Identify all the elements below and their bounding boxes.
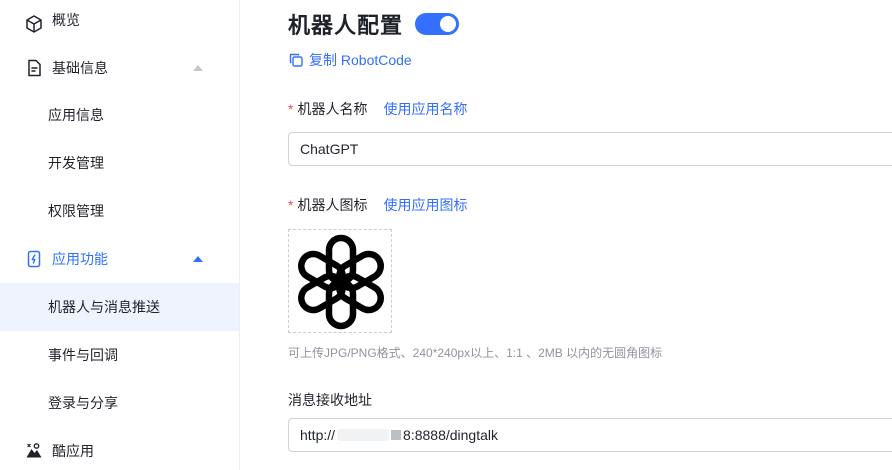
sidebar-item-cool-app[interactable]: 酷应用 xyxy=(0,427,239,470)
chevron-up-icon xyxy=(193,256,203,262)
robot-enable-toggle[interactable] xyxy=(415,13,460,35)
copy-icon xyxy=(289,53,303,67)
sidebar-item-app-features[interactable]: 应用功能 xyxy=(0,235,239,283)
use-app-icon-link[interactable]: 使用应用图标 xyxy=(383,195,467,215)
sidebar-item-label: 开发管理 xyxy=(48,155,104,171)
chevron-up-icon xyxy=(193,65,203,71)
robot-icon-label-row: * 机器人图标 使用应用图标 xyxy=(288,195,467,215)
main-panel: 机器人配置 复制 RobotCode * 机器人名称 使用应用名称 ChatGP… xyxy=(264,0,892,470)
sidebar-item-label: 概览 xyxy=(52,12,80,28)
sidebar-item-label: 机器人与消息推送 xyxy=(48,299,160,315)
sidebar-item-app-info[interactable]: 应用信息 xyxy=(0,91,239,139)
toggle-knob xyxy=(440,16,457,32)
message-url-suffix: 8:8888/dingtalk xyxy=(403,427,498,443)
redacted-region xyxy=(337,429,390,441)
cool-app-icon xyxy=(26,443,42,458)
message-url-label: 消息接收地址 xyxy=(288,392,372,408)
required-mark: * xyxy=(288,197,294,213)
icon-upload-hint: 可上传JPG/PNG格式、240*240px以上、1:1 、2MB 以内的无圆角… xyxy=(288,346,663,360)
sidebar-item-robot-messaging[interactable]: 机器人与消息推送 xyxy=(0,283,239,331)
copy-robotcode-label: 复制 RobotCode xyxy=(309,52,412,68)
sidebar-item-overview[interactable]: 概览 xyxy=(0,0,239,48)
copy-robotcode-link[interactable]: 复制 RobotCode xyxy=(288,50,412,70)
required-mark: * xyxy=(288,101,294,117)
sidebar-item-label: 权限管理 xyxy=(48,203,104,219)
sidebar-item-label: 应用信息 xyxy=(48,107,104,123)
sidebar-item-label: 事件与回调 xyxy=(48,347,118,363)
cube-icon xyxy=(26,15,42,33)
sidebar-item-login-share[interactable]: 登录与分享 xyxy=(0,379,239,427)
title-row: 机器人配置 xyxy=(288,8,460,40)
page-title: 机器人配置 xyxy=(288,13,404,38)
message-url-label-row: 消息接收地址 xyxy=(288,390,372,410)
sidebar-item-basic-info[interactable]: 基础信息 xyxy=(0,44,239,92)
phone-bolt-icon xyxy=(27,250,41,268)
document-icon xyxy=(28,59,41,77)
message-url-input[interactable]: http:// 8:8888/dingtalk xyxy=(288,418,892,452)
sidebar-item-dev-management[interactable]: 开发管理 xyxy=(0,139,239,187)
sidebar-item-label: 基础信息 xyxy=(52,60,108,76)
sidebar-item-label: 酷应用 xyxy=(52,443,94,459)
robot-name-label-row: * 机器人名称 使用应用名称 xyxy=(288,99,467,119)
message-url-prefix: http:// xyxy=(300,427,336,443)
sidebar-item-label: 应用功能 xyxy=(52,251,108,267)
robot-icon-label: 机器人图标 xyxy=(297,197,368,213)
robot-name-value: ChatGPT xyxy=(300,141,359,157)
redacted-region xyxy=(391,430,402,440)
sidebar: 概览 基础信息 应用信息 开发管理 权限管理 应用功能 机器人与消息推送 事件与… xyxy=(0,0,240,470)
robot-icon-upload[interactable] xyxy=(288,229,392,333)
robot-name-input[interactable]: ChatGPT xyxy=(288,132,892,166)
openai-logo-icon xyxy=(298,234,384,330)
robot-name-label: 机器人名称 xyxy=(297,101,368,117)
sidebar-item-label: 登录与分享 xyxy=(48,395,118,411)
use-app-name-link[interactable]: 使用应用名称 xyxy=(383,99,467,119)
sidebar-item-permission-management[interactable]: 权限管理 xyxy=(0,187,239,235)
sidebar-item-events-callbacks[interactable]: 事件与回调 xyxy=(0,331,239,379)
